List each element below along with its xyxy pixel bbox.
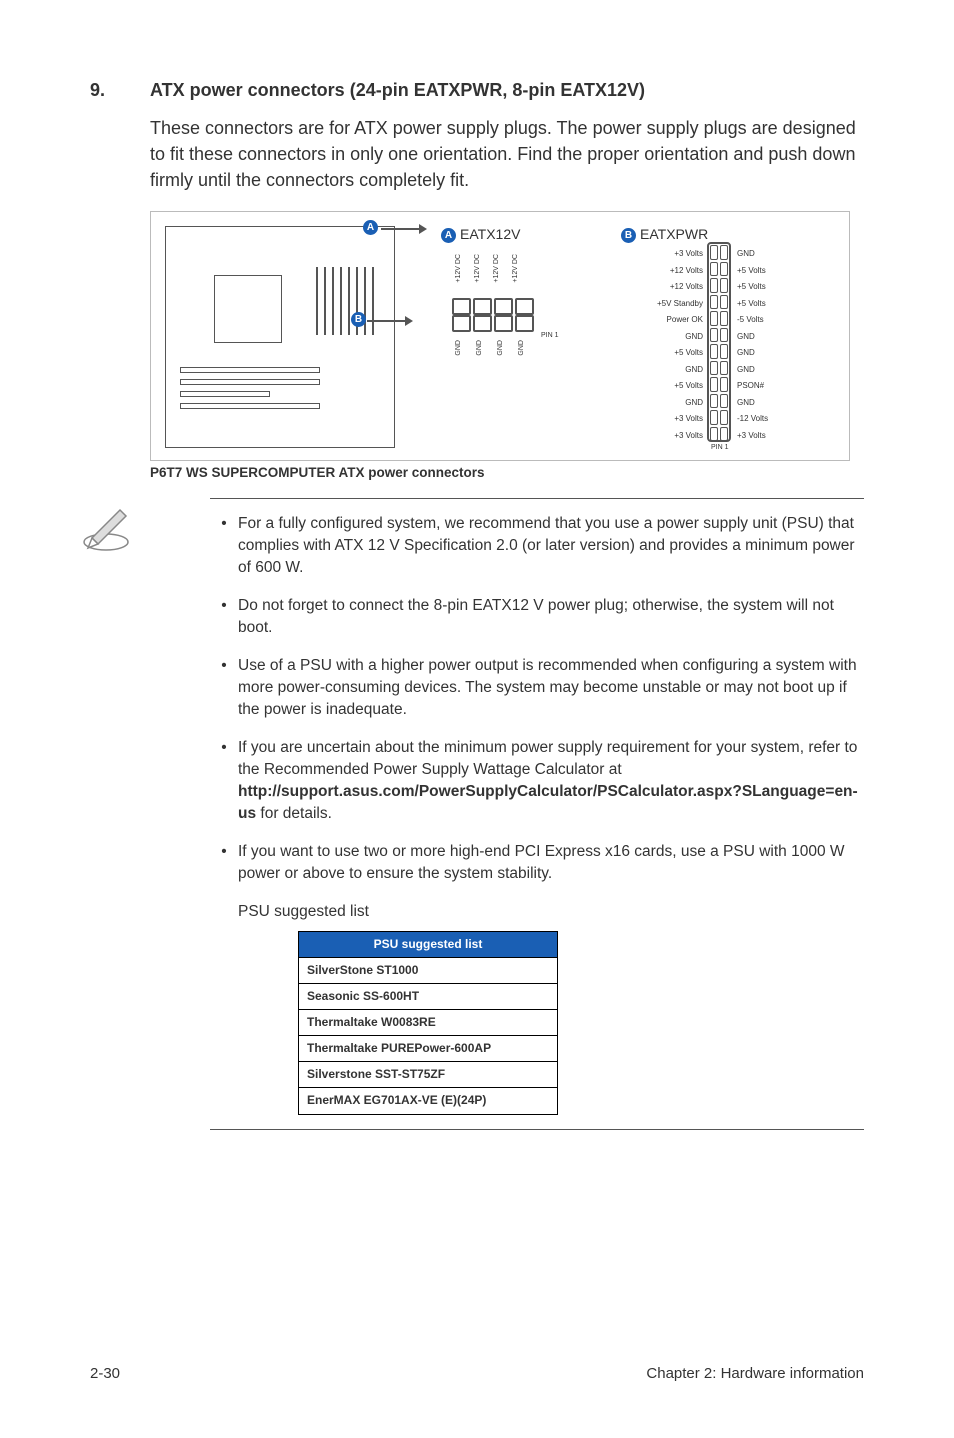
eatx12v-text: EATX12V bbox=[460, 226, 520, 242]
diagram-caption: P6T7 WS SUPERCOMPUTER ATX power connecto… bbox=[150, 465, 864, 480]
psu-row: Thermaltake W0083RE bbox=[299, 1010, 558, 1036]
psu-table: PSU suggested list SilverStone ST1000 Se… bbox=[298, 931, 558, 1114]
eatxpwr-connector bbox=[707, 242, 731, 442]
pcie-slot-icon bbox=[180, 367, 320, 373]
pcie-slot-icon bbox=[180, 391, 270, 397]
pin-label: GND bbox=[737, 395, 817, 412]
pin-label: Power OK bbox=[607, 312, 703, 329]
section-number: 9. bbox=[90, 80, 150, 101]
note-item: •If you want to use two or more high-end… bbox=[210, 841, 864, 885]
page-footer: 2-30 Chapter 2: Hardware information bbox=[90, 1365, 864, 1382]
pin-label: -12 Volts bbox=[737, 411, 817, 428]
pin-label: +5 Volts bbox=[737, 263, 817, 280]
note-text: For a fully configured system, we recomm… bbox=[238, 513, 864, 579]
pin-label: +12V DC bbox=[512, 254, 519, 283]
psu-row: EnerMAX EG701AX-VE (E)(24P) bbox=[299, 1088, 558, 1114]
eatx12v-bottom-labels: GND GND GND GND bbox=[455, 340, 525, 356]
cpu-socket-icon bbox=[214, 275, 282, 343]
arrow-icon bbox=[367, 320, 407, 322]
connector-diagram: A B A EATX12V B EATXPWR +12V DC +12V DC +1… bbox=[150, 211, 850, 461]
pin-label: GND bbox=[737, 329, 817, 346]
eatxpwr-label: B EATXPWR bbox=[621, 226, 708, 243]
pcie-slot-icon bbox=[180, 403, 320, 409]
eatxpwr-left-labels: +3 Volts +12 Volts +12 Volts +5V Standby… bbox=[607, 246, 703, 444]
pin-label: +12 Volts bbox=[607, 263, 703, 280]
pin-label: +5 Volts bbox=[607, 345, 703, 362]
note-text: If you are uncertain about the minimum p… bbox=[238, 737, 864, 825]
pin-label: +3 Volts bbox=[607, 246, 703, 263]
eatxpwr-text: EATXPWR bbox=[640, 226, 708, 242]
pin-label: GND bbox=[607, 395, 703, 412]
note-text-part: If you are uncertain about the minimum p… bbox=[238, 739, 857, 778]
pin-label: +3 Volts bbox=[607, 428, 703, 445]
note-text: Do not forget to connect the 8-pin EATX1… bbox=[238, 595, 864, 639]
pin-label: +3 Volts bbox=[737, 428, 817, 445]
pin1-label: PIN 1 bbox=[711, 444, 729, 451]
psu-table-header: PSU suggested list bbox=[299, 932, 558, 958]
intro-paragraph: These connectors are for ATX power suppl… bbox=[150, 115, 864, 193]
note-text: Use of a PSU with a higher power output … bbox=[238, 655, 864, 721]
note-pencil-icon bbox=[78, 498, 134, 554]
pin-label: +5 Volts bbox=[607, 378, 703, 395]
pin-label: GND bbox=[476, 340, 483, 356]
note-item: •If you are uncertain about the minimum … bbox=[210, 737, 864, 825]
motherboard-outline bbox=[165, 226, 395, 448]
pin-label: GND bbox=[518, 340, 525, 356]
pin-label: PSON# bbox=[737, 378, 817, 395]
arrow-icon bbox=[381, 228, 421, 230]
psu-row: Seasonic SS-600HT bbox=[299, 984, 558, 1010]
psu-row: Silverstone SST-ST75ZF bbox=[299, 1062, 558, 1088]
note-block: •For a fully configured system, we recom… bbox=[210, 498, 864, 1129]
pin-label: GND bbox=[737, 345, 817, 362]
pin-label: +5 Volts bbox=[737, 296, 817, 313]
pin-label: +5V Standby bbox=[607, 296, 703, 313]
pin-label: +3 Volts bbox=[607, 411, 703, 428]
note-item: •Do not forget to connect the 8-pin EATX… bbox=[210, 595, 864, 639]
pin-label: +12V DC bbox=[455, 254, 462, 283]
note-bullet-list: •For a fully configured system, we recom… bbox=[210, 513, 864, 1114]
badge-a-icon: A bbox=[441, 228, 456, 243]
section-header: 9. ATX power connectors (24-pin EATXPWR,… bbox=[90, 80, 864, 101]
chapter-label: Chapter 2: Hardware information bbox=[646, 1365, 864, 1382]
note-text-part: for details. bbox=[256, 805, 332, 822]
eatx12v-connector bbox=[451, 298, 535, 336]
pin-label: GND bbox=[607, 329, 703, 346]
pin-label: +12V DC bbox=[493, 254, 500, 283]
pin-label: GND bbox=[497, 340, 504, 356]
pcie-slot-icon bbox=[180, 379, 320, 385]
pin-label: GND bbox=[737, 362, 817, 379]
pin-label: +12 Volts bbox=[607, 279, 703, 296]
note-item: •For a fully configured system, we recom… bbox=[210, 513, 864, 579]
pin-label: GND bbox=[455, 340, 462, 356]
psu-list-caption: PSU suggested list bbox=[238, 901, 864, 923]
pin-label: GND bbox=[737, 246, 817, 263]
section-title: ATX power connectors (24-pin EATXPWR, 8-… bbox=[150, 80, 645, 101]
eatx12v-label: A EATX12V bbox=[441, 226, 520, 243]
page-number: 2-30 bbox=[90, 1365, 120, 1382]
pin-label: +12V DC bbox=[474, 254, 481, 283]
pin-label: +5 Volts bbox=[737, 279, 817, 296]
note-item: •Use of a PSU with a higher power output… bbox=[210, 655, 864, 721]
eatxpwr-right-labels: GND +5 Volts +5 Volts +5 Volts -5 Volts … bbox=[737, 246, 817, 444]
psu-row: Thermaltake PUREPower-600AP bbox=[299, 1036, 558, 1062]
psu-row: SilverStone ST1000 bbox=[299, 958, 558, 984]
pin1-label: PIN 1 bbox=[541, 332, 559, 339]
ram-slots-icon bbox=[316, 267, 376, 335]
badge-b-icon: B bbox=[621, 228, 636, 243]
pin-label: -5 Volts bbox=[737, 312, 817, 329]
eatx12v-top-labels: +12V DC +12V DC +12V DC +12V DC bbox=[455, 254, 519, 283]
note-text: If you want to use two or more high-end … bbox=[238, 841, 864, 885]
pin-label: GND bbox=[607, 362, 703, 379]
